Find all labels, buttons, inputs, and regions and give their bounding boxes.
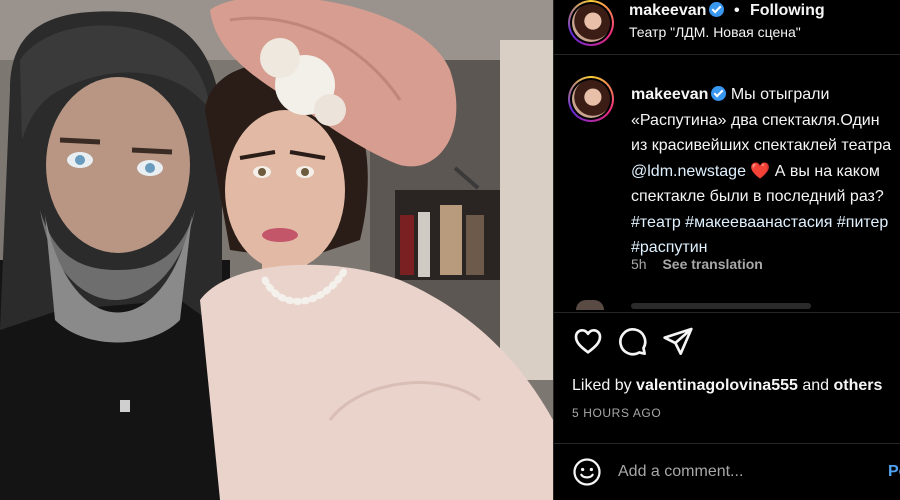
likes-others-button[interactable]: others — [834, 377, 883, 394]
caption-time: 5h — [631, 256, 647, 272]
post-comment-button[interactable]: Post — [888, 463, 900, 481]
comment-input[interactable]: Add a comment... — [618, 463, 743, 481]
post-location[interactable]: Театр "ЛДМ. Новая сцена" — [629, 24, 801, 40]
post-sidebar: makeevan • Following Театр "ЛДМ. Новая с… — [553, 0, 900, 500]
separator-dot: • — [734, 2, 740, 19]
verified-badge-icon — [709, 2, 725, 17]
comment-bubble-icon[interactable] — [616, 325, 648, 357]
post-timestamp[interactable]: 5 HOURS AGO — [572, 406, 661, 420]
caption-text: makeevan Мы отыграли «Распутина» два спе… — [631, 82, 893, 261]
paper-plane-icon[interactable] — [662, 325, 694, 357]
caption-meta: 5h See translation — [631, 256, 763, 272]
next-comment-preview — [631, 303, 811, 309]
caption-heart-emoji: ❤️ — [750, 162, 771, 180]
author-username-text[interactable]: makeevan — [629, 2, 706, 19]
post-photo[interactable] — [0, 0, 553, 500]
likes-user[interactable]: valentinagolovina555 — [636, 377, 798, 394]
post-actions — [554, 325, 900, 365]
next-comment-avatar[interactable] — [576, 300, 604, 310]
smiley-icon[interactable] — [572, 457, 602, 487]
caption-hashtags[interactable]: #театр #макееваанастасия #питер #распути… — [631, 214, 888, 257]
likes-prefix: Liked by — [572, 377, 632, 394]
post-image-illustration — [0, 0, 553, 500]
post-header: makeevan • Following Театр "ЛДМ. Новая с… — [554, 0, 900, 52]
add-comment-bar: Add a comment... Post — [554, 443, 900, 500]
actions-divider — [554, 312, 900, 313]
likes-conj: and — [802, 377, 830, 394]
author-username[interactable]: makeevan — [629, 2, 725, 20]
caption-verified-badge-icon — [711, 86, 727, 101]
heart-outline-icon[interactable] — [572, 325, 604, 357]
caption-mention[interactable]: @ldm.newstage — [631, 163, 746, 180]
header-divider — [554, 54, 900, 55]
caption-avatar[interactable] — [568, 76, 614, 122]
following-button[interactable]: Following — [750, 2, 825, 20]
see-translation-button[interactable]: See translation — [662, 256, 762, 272]
post-caption: makeevan Мы отыграли «Распутина» два спе… — [554, 70, 900, 310]
likes-summary: Liked by valentinagolovina555 and others — [572, 377, 882, 395]
caption-username[interactable]: makeevan — [631, 86, 708, 103]
author-avatar[interactable] — [568, 0, 614, 46]
